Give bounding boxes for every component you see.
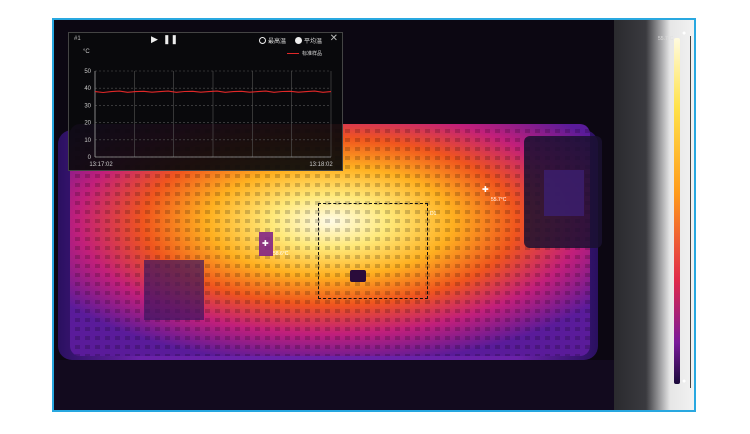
right-panel [614,20,694,410]
box-label: D1 [430,211,437,217]
chart-legend: 标准样品 [286,50,322,57]
pause-icon[interactable]: ❚❚ [163,34,178,45]
legend-swatch [286,53,299,54]
color-scale-bar [674,38,680,384]
play-icon[interactable]: ▶ [151,34,158,45]
legend-label: 标准样品 [301,51,322,57]
y-tick-label: 20 [84,121,91,127]
scale-bottom-handle[interactable]: ● [682,378,686,385]
measurement-box[interactable] [318,203,428,299]
temperature-trend-popup[interactable]: #1 ▶ ❚❚ 最高温 平均温 ✕ °C 标准样品 0 10 20 30 40 50 13:… [68,32,343,171]
thermal-image: D1 ✚ 58.6°C ✚ 55.7°C #1 ▶ ❚❚ 最高温 平均温 ✕ °… [54,20,614,410]
scale-max-label: 55.7°C [658,36,674,42]
close-icon[interactable]: ✕ [330,33,338,44]
thermal-viewer-frame: D1 ✚ 58.6°C ✚ 55.7°C #1 ▶ ❚❚ 最高温 平均温 ✕ °… [52,18,696,412]
option-max-label: 最高温 [268,39,287,45]
radio-icon [259,37,266,44]
y-tick-label: 30 [84,103,91,109]
y-tick-label: 40 [84,86,91,92]
option-avg-temp[interactable]: 平均温 [295,36,322,45]
cold-spot-label: 58.6°C [273,251,289,257]
scale-top-handle[interactable]: ● [682,30,686,37]
radio-icon [295,37,302,44]
popup-tag: #1 [74,36,81,42]
popup-toolbar: #1 ▶ ❚❚ 最高温 平均温 ✕ [69,33,342,47]
crosshair-icon[interactable]: ✚ [482,185,489,194]
y-tick-label: 0 [88,155,92,161]
scale-track [695,36,696,388]
y-tick-label: 50 [84,69,91,75]
trend-chart: 0 10 20 30 40 50 13:17:02 13:18:02 [84,69,333,168]
hot-spot-label: 55.7°C [491,197,507,203]
y-tick-label: 10 [84,138,91,144]
option-avg-label: 平均温 [304,39,323,45]
x-tick-label: 13:17:02 [89,162,113,168]
crosshair-icon[interactable]: ✚ [262,239,269,248]
scale-track [690,36,691,388]
y-axis-unit: °C [83,49,90,55]
x-tick-label: 13:18:02 [309,162,333,168]
option-max-temp[interactable]: 最高温 [259,36,286,45]
